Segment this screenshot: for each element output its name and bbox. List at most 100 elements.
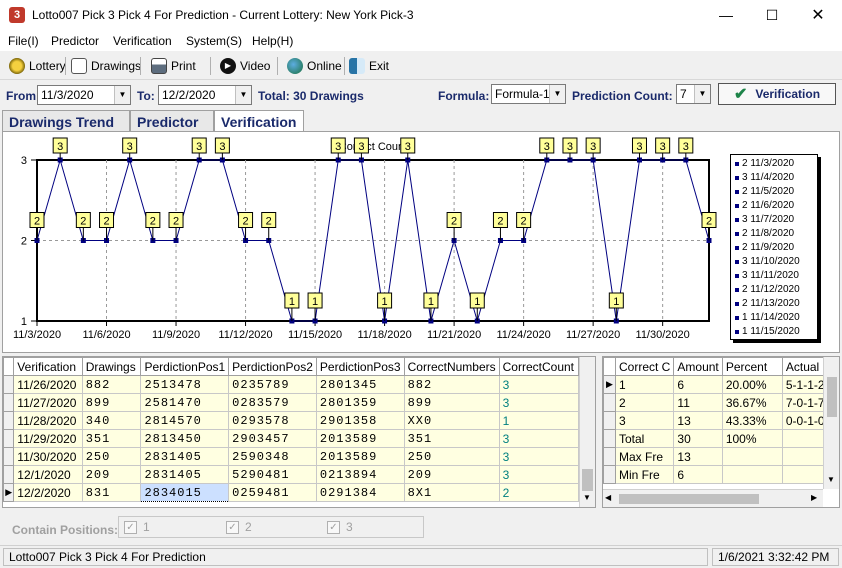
menu-help[interactable]: Help(H)	[252, 34, 293, 48]
table-cell[interactable]: 340	[81, 411, 142, 430]
chevron-down-icon[interactable]: ▼	[235, 86, 251, 104]
scrollbar-thumb[interactable]	[582, 469, 593, 491]
table-cell[interactable]: 13	[673, 411, 723, 430]
stats-grid[interactable]: Correct C Amount Percent Actual Ski ▶ 1 6 20.0…	[602, 356, 840, 508]
table-cell[interactable]: 12/2/2020	[13, 483, 83, 502]
table-cell[interactable]: 831	[81, 483, 142, 502]
table-row[interactable]: 11/28/2020 340 2814570 0293578 2901358 XX0 1	[3, 411, 580, 430]
contain-position-3[interactable]: ✓ 3	[327, 520, 353, 534]
table-cell[interactable]: 11/26/2020	[13, 375, 83, 394]
table-cell[interactable]: 0235789	[228, 375, 317, 394]
column-header[interactable]: PerdictionPos2	[228, 357, 317, 376]
table-row[interactable]: ▶ 1 6 20.00% 5-1-1-2-0	[603, 375, 839, 394]
table-cell[interactable]: 2831405	[140, 465, 230, 484]
table-cell[interactable]: 8X1	[403, 483, 500, 502]
table-row[interactable]: 3 13 43.33% 0-0-1-0-0-5	[603, 411, 839, 430]
table-row[interactable]: ▶ 12/2/2020 831 2834015 0259481 0291384 8X1 2	[3, 483, 580, 502]
row-indicator[interactable]	[3, 393, 15, 412]
table-cell[interactable]: 3	[498, 375, 580, 394]
row-indicator[interactable]: ▶	[3, 483, 15, 502]
table-cell[interactable]: 899	[81, 393, 142, 412]
table-cell[interactable]: 1	[498, 411, 580, 430]
table-cell[interactable]: 3	[498, 465, 580, 484]
table-cell[interactable]: 209	[403, 465, 500, 484]
table-cell[interactable]: 2590348	[228, 447, 317, 466]
formula-select[interactable]: Formula-1 ▼	[491, 84, 566, 104]
table-cell[interactable]: Total	[614, 429, 675, 448]
table-cell[interactable]: 100%	[721, 429, 783, 448]
table-row[interactable]: 11/30/2020 250 2831405 2590348 2013589 250 3	[3, 447, 580, 466]
column-header[interactable]: Percent	[721, 357, 783, 376]
table-cell[interactable]: 20.00%	[721, 375, 783, 394]
table-cell[interactable]: Max Fre	[614, 447, 675, 466]
table-cell[interactable]: 0283579	[228, 393, 317, 412]
table-cell[interactable]: 11/30/2020	[13, 447, 83, 466]
table-cell[interactable]: 2901358	[315, 411, 405, 430]
checkbox-checked-icon[interactable]: ✓	[124, 520, 137, 534]
table-cell[interactable]: 11/27/2020	[13, 393, 83, 412]
tab-predictor[interactable]: Predictor	[130, 110, 214, 132]
table-cell[interactable]: 2831405	[140, 447, 230, 466]
column-header[interactable]: CorrectNumbers	[403, 357, 500, 376]
table-row[interactable]: 11/27/2020 899 2581470 0283579 2801359 899 3	[3, 393, 580, 412]
table-row[interactable]: 11/26/2020 882 2513478 0235789 2801345 882 3	[3, 375, 580, 394]
table-cell[interactable]: 2801359	[315, 393, 405, 412]
maximize-icon[interactable]: ☐	[749, 0, 795, 31]
chevron-down-icon[interactable]: ▼	[114, 86, 130, 104]
checkbox-checked-icon[interactable]: ✓	[226, 520, 239, 534]
table-cell[interactable]: 351	[403, 429, 500, 448]
verification-button[interactable]: ✔ Verification	[718, 83, 836, 105]
column-header[interactable]: Correct C	[614, 357, 675, 376]
table-row[interactable]: 2 11 36.67% 7-0-1-7-0-2	[603, 393, 839, 412]
table-cell[interactable]: 882	[81, 375, 142, 394]
chevron-down-icon[interactable]: ▼	[583, 493, 591, 502]
table-cell[interactable]: 12/1/2020	[13, 465, 83, 484]
table-row[interactable]: Max Fre 13	[603, 447, 839, 466]
menu-verification[interactable]: Verification	[113, 34, 172, 48]
table-cell[interactable]: 250	[81, 447, 142, 466]
table-cell[interactable]: 2834015	[140, 483, 230, 502]
table-cell[interactable]: 351	[81, 429, 142, 448]
checkbox-checked-icon[interactable]: ✓	[327, 520, 340, 534]
row-indicator[interactable]	[3, 375, 15, 394]
table-row[interactable]: Total 30 100%	[603, 429, 839, 448]
table-cell[interactable]: 2	[498, 483, 580, 502]
row-indicator[interactable]	[603, 447, 616, 466]
row-indicator[interactable]	[3, 429, 15, 448]
horizontal-scrollbar[interactable]: ◀ ▶	[603, 489, 823, 507]
table-cell[interactable]: 11/28/2020	[13, 411, 83, 430]
vertical-scrollbar[interactable]: ▼	[579, 357, 595, 507]
table-cell[interactable]: 2814570	[140, 411, 230, 430]
row-indicator[interactable]: ▶	[603, 375, 616, 394]
online-button[interactable]: Online	[287, 56, 342, 76]
menu-predictor[interactable]: Predictor	[51, 34, 99, 48]
tab-verification[interactable]: Verification	[214, 110, 304, 132]
table-cell[interactable]: Min Fre	[614, 465, 675, 484]
table-cell[interactable]: 209	[81, 465, 142, 484]
chevron-right-icon[interactable]: ▶	[811, 493, 817, 502]
table-cell[interactable]: 2801345	[315, 375, 405, 394]
table-cell[interactable]: 3	[614, 411, 675, 430]
menu-system[interactable]: System(S)	[186, 34, 242, 48]
table-cell[interactable]: 36.67%	[721, 393, 783, 412]
vertical-scrollbar[interactable]: ▼	[823, 357, 839, 489]
video-button[interactable]: ▶ Video	[220, 56, 270, 76]
chevron-down-icon[interactable]: ▼	[549, 85, 565, 103]
close-icon[interactable]: ✕	[795, 0, 841, 31]
row-indicator[interactable]	[603, 465, 616, 484]
table-row[interactable]: Min Fre 6	[603, 465, 839, 484]
column-header[interactable]: PerdictionPos3	[315, 357, 405, 376]
row-indicator[interactable]	[603, 429, 616, 448]
table-cell[interactable]: 43.33%	[721, 411, 783, 430]
table-cell[interactable]: XX0	[403, 411, 500, 430]
scrollbar-thumb[interactable]	[827, 377, 837, 417]
table-cell[interactable]: 1	[614, 375, 675, 394]
table-cell[interactable]: 250	[403, 447, 500, 466]
table-cell[interactable]: 6	[673, 375, 723, 394]
table-cell[interactable]	[721, 465, 783, 484]
table-cell[interactable]: 0213894	[315, 465, 405, 484]
table-cell[interactable]: 0259481	[228, 483, 317, 502]
tab-drawings-trend[interactable]: Drawings Trend	[2, 110, 130, 132]
lottery-button[interactable]: Lottery	[9, 56, 66, 76]
table-row[interactable]: 12/1/2020 209 2831405 5290481 0213894 209 3	[3, 465, 580, 484]
